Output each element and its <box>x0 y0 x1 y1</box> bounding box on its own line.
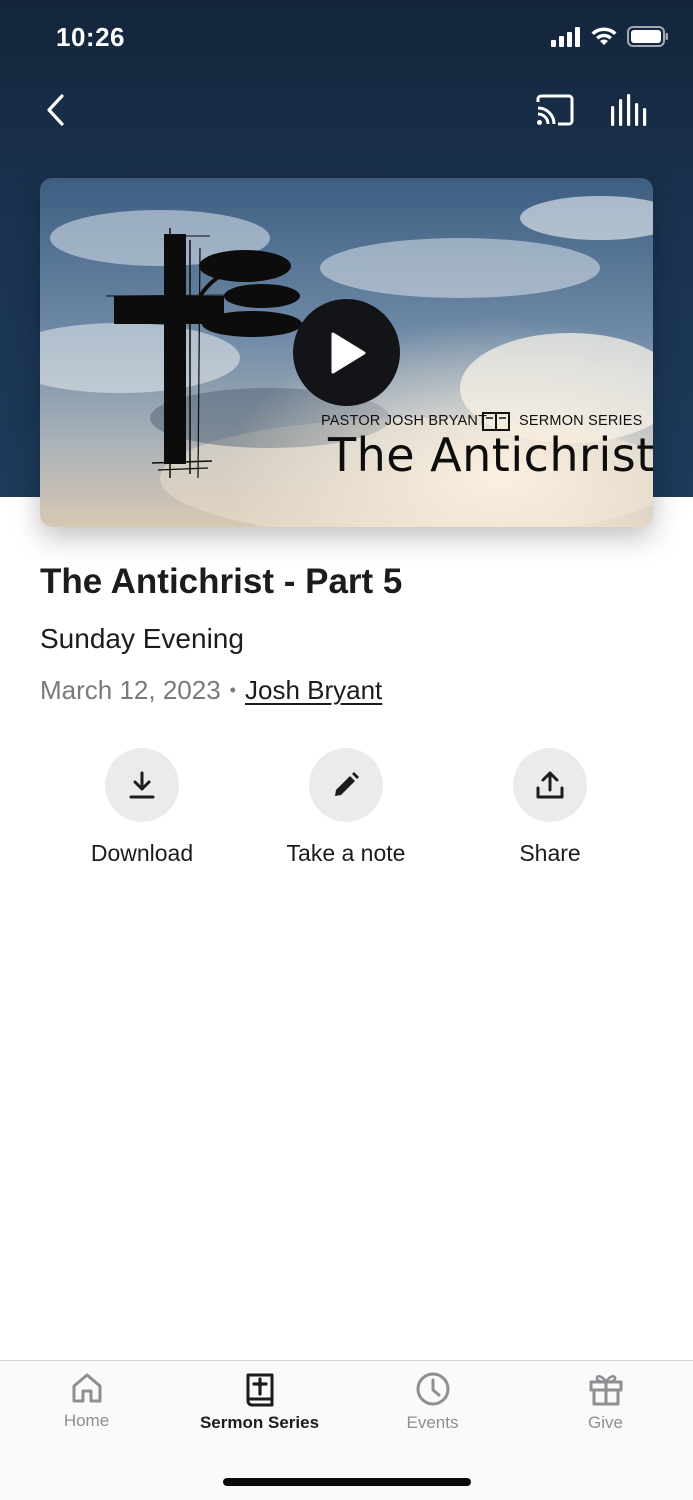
pencil-icon <box>335 772 359 796</box>
take-note-button[interactable]: Take a note <box>246 748 446 867</box>
speaker-link[interactable]: Josh Bryant <box>245 675 382 706</box>
take-note-circle[interactable] <box>309 748 383 822</box>
tab-home[interactable]: Home <box>0 1371 173 1431</box>
status-bar: 10:26 <box>0 0 693 74</box>
download-icon <box>129 771 155 799</box>
play-icon <box>331 332 365 373</box>
artwork-pastor-text: PASTOR JOSH BRYANT <box>321 413 488 429</box>
audio-button[interactable] <box>606 90 652 130</box>
cast-icon <box>536 94 574 126</box>
share-label: Share <box>519 840 581 866</box>
home-indicator <box>223 1478 471 1486</box>
tab-events-label: Events <box>406 1413 459 1432</box>
home-icon <box>72 1373 101 1403</box>
action-row: Download Take a note Share <box>0 748 693 878</box>
service-name: Sunday Evening <box>40 623 244 654</box>
share-button[interactable]: Share <box>450 748 650 867</box>
tab-sermon-series-label: Sermon Series <box>199 1413 320 1432</box>
tab-sermon-series[interactable]: Sermon Series <box>173 1371 346 1433</box>
download-label: Download <box>90 840 194 866</box>
chevron-left-icon <box>47 94 64 126</box>
artwork-series-text: SERMON SERIES <box>519 413 643 429</box>
top-navigation <box>0 74 693 146</box>
play-button[interactable] <box>293 299 400 406</box>
tab-give[interactable]: Give <box>519 1371 692 1433</box>
share-circle[interactable] <box>513 748 587 822</box>
tab-give-label: Give <box>588 1413 623 1432</box>
tab-events[interactable]: Events <box>346 1371 519 1433</box>
take-note-label: Take a note <box>286 840 406 866</box>
battery-icon <box>627 26 669 52</box>
gift-icon <box>589 1375 622 1406</box>
audio-bars-icon <box>611 94 647 126</box>
artwork-title-text: The Antichrist <box>328 428 653 482</box>
status-time: 10:26 <box>56 22 125 52</box>
cast-button[interactable] <box>532 90 578 130</box>
download-button[interactable]: Download <box>42 748 242 867</box>
sermon-date: March 12, 2023 <box>40 675 221 705</box>
tab-home-label: Home <box>63 1411 110 1430</box>
sermon-artwork[interactable]: PASTOR JOSH BRYANT SERMON SERIES The Ant… <box>40 178 653 527</box>
share-icon <box>536 771 564 799</box>
clock-icon <box>416 1372 449 1406</box>
meta-separator: • <box>229 680 236 700</box>
sermon-title: The Antichrist - Part 5 <box>40 562 403 601</box>
sermon-meta: March 12, 2023 • Josh Bryant <box>40 675 382 706</box>
bible-icon <box>246 1373 273 1407</box>
download-circle[interactable] <box>105 748 179 822</box>
status-icons <box>551 26 669 52</box>
wifi-icon <box>590 26 618 52</box>
cellular-signal-icon <box>551 26 581 52</box>
back-button[interactable] <box>36 90 76 130</box>
